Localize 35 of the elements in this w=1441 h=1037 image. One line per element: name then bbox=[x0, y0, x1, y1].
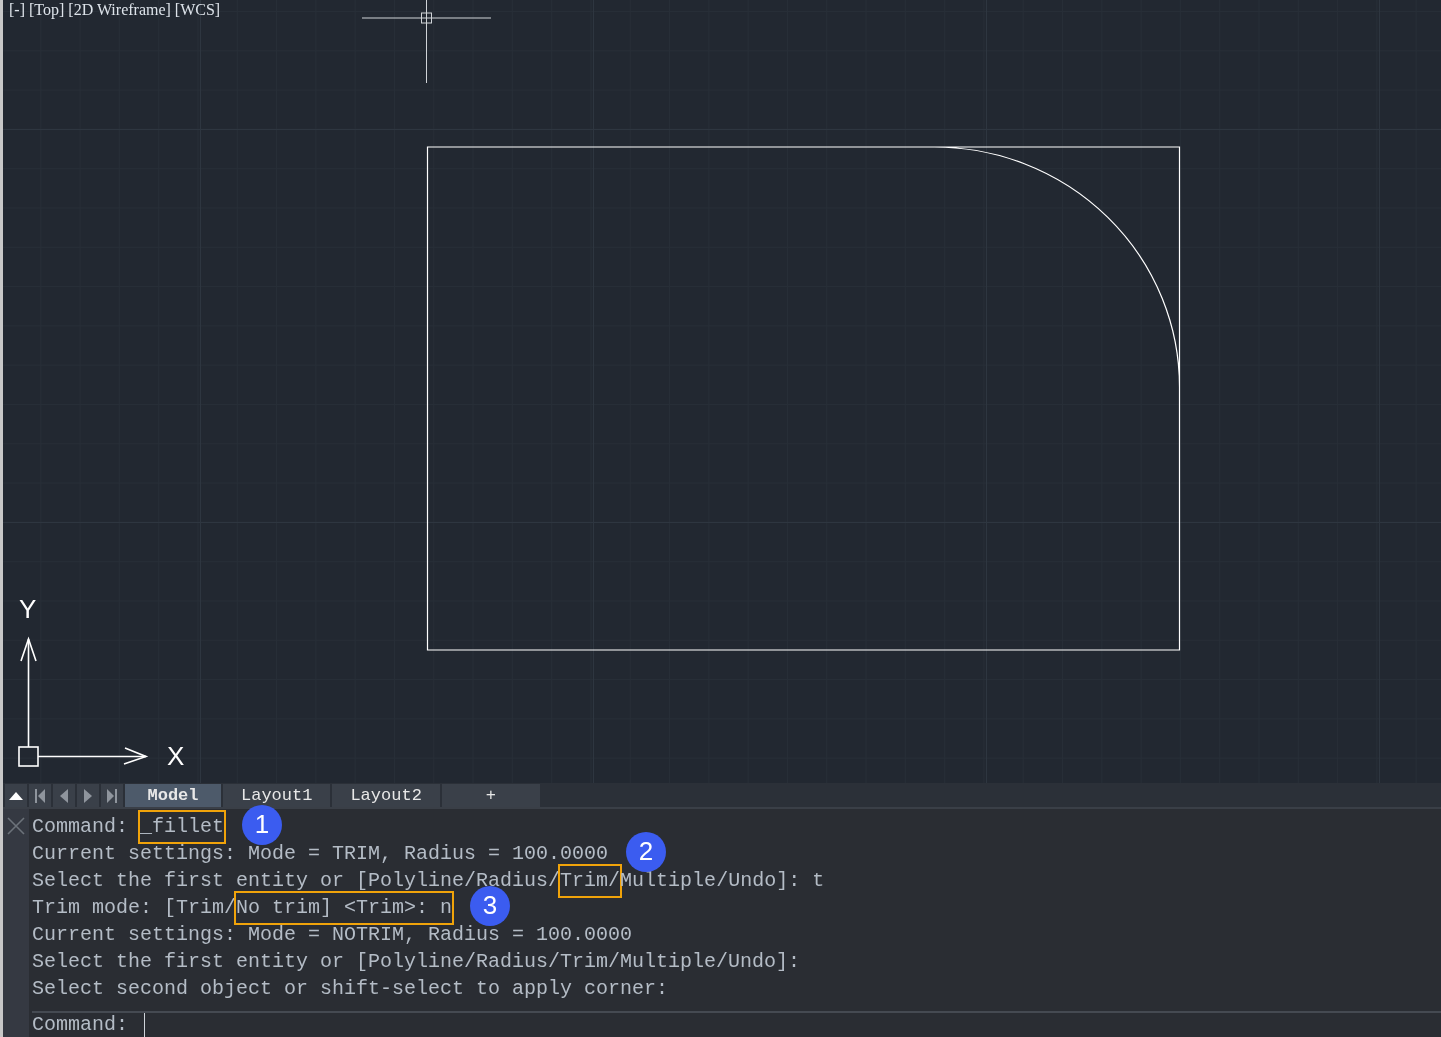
command-input-field[interactable]: Command: bbox=[32, 1011, 1441, 1037]
up-triangle-icon bbox=[9, 791, 23, 800]
step-number-callout: 3 bbox=[470, 885, 511, 926]
viewport-control-label[interactable]: [-] bbox=[9, 0, 25, 22]
highlighted-command-text: _fillet bbox=[140, 811, 225, 842]
y-axis-label: Y bbox=[19, 596, 37, 622]
right-triangle-icon bbox=[84, 788, 92, 803]
highlighted-command-text: No trim] <Trim>: n bbox=[236, 892, 453, 923]
step-number-callout: 1 bbox=[242, 804, 283, 845]
crosshair-cursor-icon bbox=[361, 0, 492, 84]
command-text: Command: bbox=[32, 813, 129, 840]
layout-tab[interactable]: Model bbox=[125, 784, 221, 807]
skip-first-icon bbox=[35, 788, 45, 803]
layout-tab[interactable]: Layout1 bbox=[223, 784, 331, 807]
viewport-control-label[interactable]: [WCS] bbox=[174, 0, 221, 22]
viewport-control-label[interactable]: [2D Wireframe] bbox=[68, 0, 171, 22]
left-triangle-icon bbox=[60, 788, 68, 803]
x-axis-label: X bbox=[167, 743, 185, 769]
close-icon[interactable] bbox=[7, 817, 25, 835]
layout-tab[interactable]: + bbox=[441, 784, 540, 807]
command-text: Select the first entity or [Polyline/Radius/Trim/Multiple/Undo]: bbox=[32, 948, 801, 975]
layout-tab[interactable]: Layout2 bbox=[332, 784, 440, 807]
last-tab-button[interactable] bbox=[101, 784, 123, 807]
command-text: Trim mode: [Trim/ bbox=[32, 894, 237, 921]
command-text: Select second object or shift-select to apply corner: bbox=[32, 975, 669, 1002]
skip-last-icon bbox=[107, 788, 117, 803]
viewport-control-label[interactable]: [Top] bbox=[29, 0, 65, 22]
drawing-canvas[interactable]: [-] [Top] [2D Wireframe] [WCS] Y X bbox=[3, 0, 1441, 783]
highlighted-command-text: Trim/ bbox=[560, 865, 621, 896]
first-tab-button[interactable] bbox=[29, 784, 51, 807]
previous-tab-button[interactable] bbox=[53, 784, 75, 807]
expand-up-button[interactable] bbox=[5, 784, 27, 807]
ucs-axes-icon bbox=[18, 636, 149, 767]
step-number-callout: 2 bbox=[626, 831, 667, 872]
next-tab-button[interactable] bbox=[77, 784, 99, 807]
